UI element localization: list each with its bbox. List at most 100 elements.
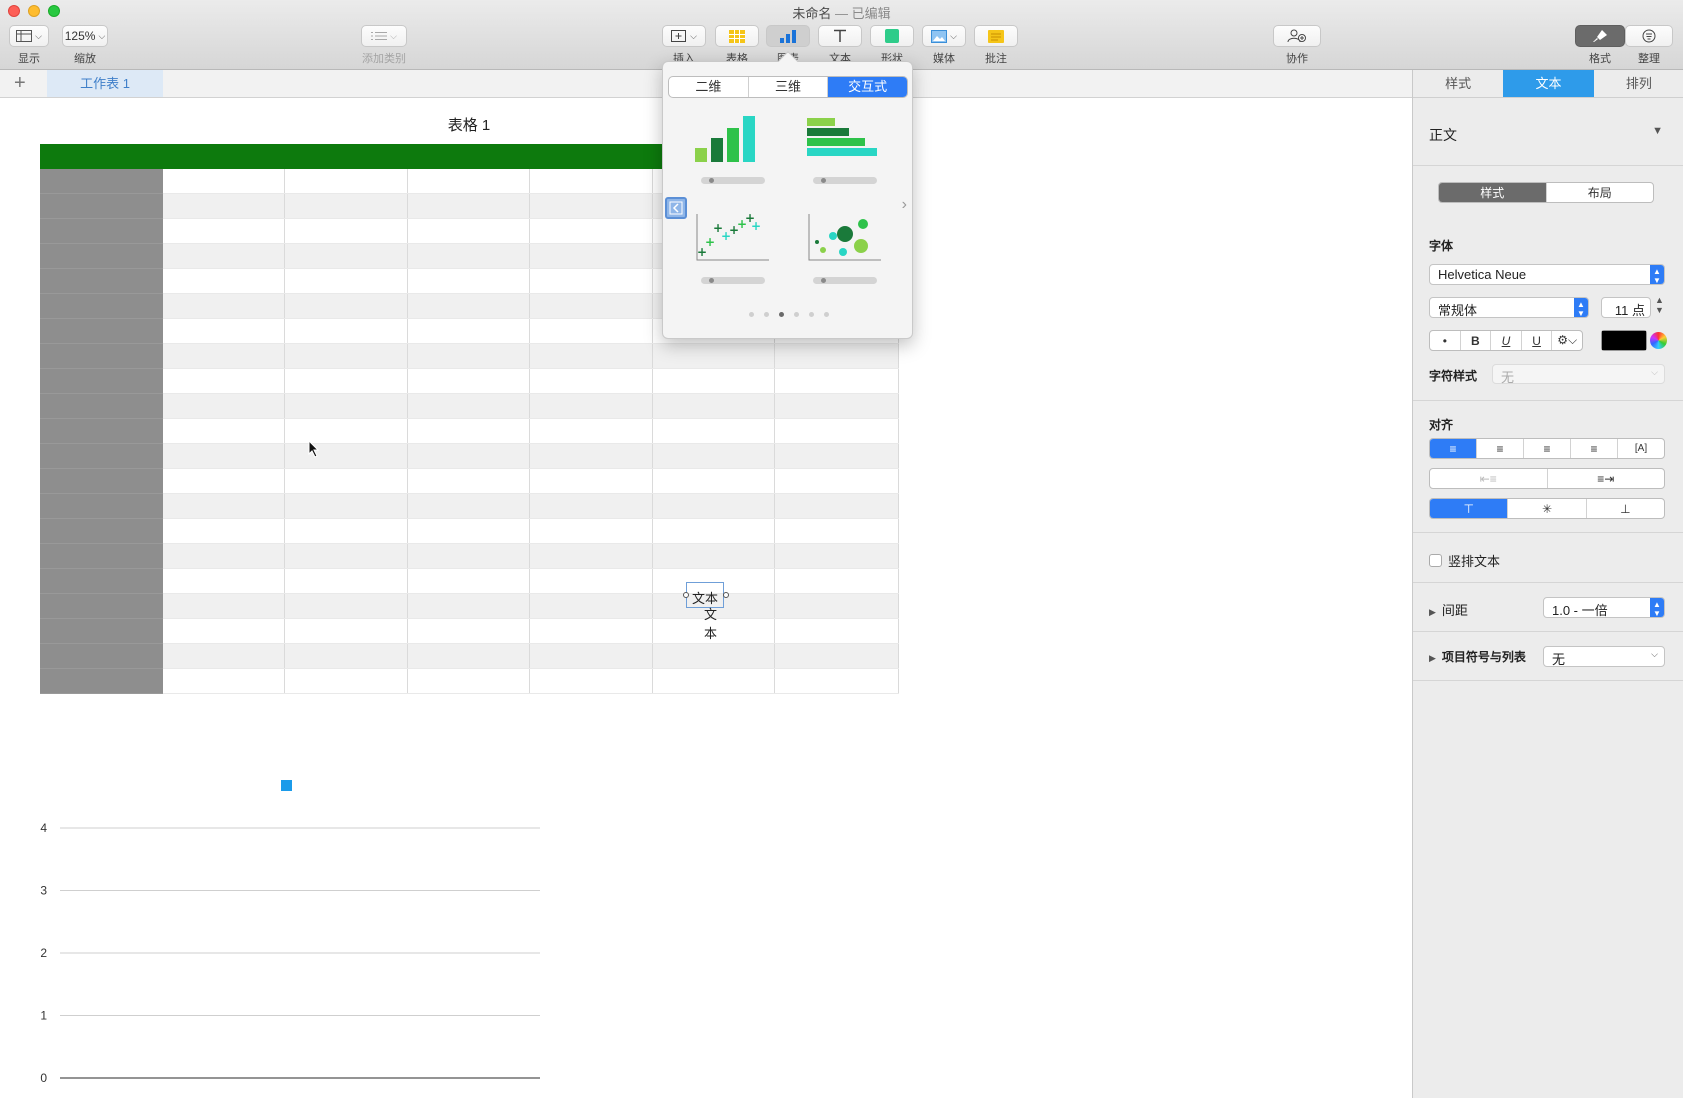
align-middle-icon[interactable]: ✳ bbox=[1508, 499, 1587, 518]
text-box[interactable]: 文本 文本 bbox=[683, 582, 729, 641]
table-cell[interactable] bbox=[774, 418, 899, 444]
table-row[interactable] bbox=[40, 568, 899, 594]
italic-button[interactable]: U bbox=[1491, 331, 1522, 350]
bold-button[interactable]: B bbox=[1461, 331, 1492, 350]
table-cell[interactable] bbox=[407, 443, 530, 469]
table-cell[interactable] bbox=[284, 468, 408, 494]
header-column-cell[interactable] bbox=[40, 443, 163, 469]
add-category-button[interactable]: ⌵ bbox=[361, 25, 407, 47]
header-column-cell[interactable] bbox=[40, 343, 163, 369]
font-size-stepper-icon[interactable]: ▲ ▼ bbox=[1655, 295, 1664, 315]
table-cell[interactable] bbox=[652, 518, 775, 544]
column-chart-thumbnail[interactable] bbox=[693, 112, 773, 184]
table-cell[interactable] bbox=[774, 493, 899, 519]
underline-button[interactable]: U bbox=[1522, 331, 1553, 350]
text-style-buttons[interactable]: • B U U ⚙⌵ bbox=[1429, 330, 1583, 351]
table-row[interactable] bbox=[40, 543, 899, 569]
header-column-cell[interactable] bbox=[40, 568, 163, 594]
table-cell[interactable] bbox=[652, 343, 775, 369]
header-column-cell[interactable] bbox=[40, 543, 163, 569]
inspector-tab[interactable]: 样式 bbox=[1413, 70, 1503, 97]
table-cell[interactable] bbox=[162, 343, 285, 369]
scatter-chart-thumbnail[interactable]: + + + + + + + + bbox=[693, 211, 773, 284]
table-cell[interactable] bbox=[162, 593, 285, 619]
next-page-chevron-right-icon[interactable]: › bbox=[902, 196, 907, 214]
header-column-cell[interactable] bbox=[40, 393, 163, 419]
table-row[interactable] bbox=[40, 668, 899, 694]
table-cell[interactable] bbox=[162, 418, 285, 444]
style-layout-segmented-control[interactable]: 样式 布局 bbox=[1438, 182, 1654, 203]
table-cell[interactable] bbox=[529, 618, 653, 644]
vertical-text-option[interactable]: 竖排文本 bbox=[1429, 551, 1500, 570]
table-cell[interactable] bbox=[284, 368, 408, 394]
table-cell[interactable] bbox=[529, 368, 653, 394]
zoom-button[interactable]: 125% ⌵ bbox=[62, 25, 108, 47]
text-button[interactable] bbox=[818, 25, 862, 47]
table-cell[interactable] bbox=[774, 543, 899, 569]
table-row[interactable] bbox=[40, 368, 899, 394]
header-column-cell[interactable] bbox=[40, 518, 163, 544]
header-column-cell[interactable] bbox=[40, 668, 163, 694]
page-dot[interactable] bbox=[778, 312, 784, 317]
table-cell[interactable] bbox=[162, 268, 285, 294]
table-cell[interactable] bbox=[407, 343, 530, 369]
header-column-cell[interactable] bbox=[40, 218, 163, 244]
table-cell[interactable] bbox=[774, 343, 899, 369]
header-column-cell[interactable] bbox=[40, 618, 163, 644]
table-cell[interactable] bbox=[284, 193, 408, 219]
table-cell[interactable] bbox=[162, 318, 285, 344]
table-cell[interactable] bbox=[162, 243, 285, 269]
table-row[interactable] bbox=[40, 443, 899, 469]
font-family-select[interactable]: Helvetica Neue ▲ ▼ bbox=[1429, 264, 1665, 285]
table-cell[interactable] bbox=[529, 343, 653, 369]
table-button[interactable] bbox=[715, 25, 759, 47]
table-row[interactable] bbox=[40, 518, 899, 544]
organize-button[interactable] bbox=[1625, 25, 1673, 47]
header-cell[interactable] bbox=[529, 144, 653, 169]
character-style-select[interactable]: 无 ⌵ bbox=[1492, 364, 1665, 385]
inspector-tabs[interactable]: 样式 文本 排列 bbox=[1413, 70, 1683, 98]
increase-indent-icon[interactable]: ≡⇥ bbox=[1548, 469, 1665, 488]
table-cell[interactable] bbox=[529, 443, 653, 469]
table-cell[interactable] bbox=[529, 218, 653, 244]
table-cell[interactable] bbox=[284, 218, 408, 244]
inspector-tab[interactable]: 文本 bbox=[1503, 70, 1594, 97]
table-cell[interactable] bbox=[407, 218, 530, 244]
header-column-cell[interactable] bbox=[40, 168, 163, 194]
table-cell[interactable] bbox=[652, 643, 775, 669]
vertical-alignment-control[interactable]: ⊤ ✳ ⊥ bbox=[1429, 498, 1665, 519]
header-column-cell[interactable] bbox=[40, 493, 163, 519]
table-row[interactable] bbox=[40, 618, 899, 644]
table-cell[interactable] bbox=[529, 568, 653, 594]
table-cell[interactable] bbox=[529, 168, 653, 194]
table-cell[interactable] bbox=[284, 168, 408, 194]
table-cell[interactable] bbox=[529, 643, 653, 669]
table-cell[interactable] bbox=[284, 493, 408, 519]
table-cell[interactable] bbox=[162, 368, 285, 394]
organize-tool[interactable]: 整理 bbox=[1625, 25, 1673, 66]
table-cell[interactable] bbox=[162, 643, 285, 669]
format-tool[interactable]: 格式 bbox=[1575, 25, 1625, 66]
previous-page-button[interactable] bbox=[665, 197, 687, 219]
header-column-cell[interactable] bbox=[40, 293, 163, 319]
table-cell[interactable] bbox=[284, 418, 408, 444]
table-cell[interactable] bbox=[774, 368, 899, 394]
comment-tool[interactable]: 批注 bbox=[974, 25, 1018, 66]
table-cell[interactable] bbox=[407, 593, 530, 619]
paragraph-style-name[interactable]: 正文 bbox=[1429, 125, 1457, 145]
header-column-cell[interactable] bbox=[40, 368, 163, 394]
font-style-select[interactable]: 常规体 ▲ ▼ bbox=[1429, 297, 1589, 318]
table-cell[interactable] bbox=[407, 293, 530, 319]
table-cell[interactable] bbox=[774, 393, 899, 419]
insert-tool[interactable]: ⌵ 插入 bbox=[662, 25, 706, 66]
shape-button[interactable] bbox=[870, 25, 914, 47]
table-cell[interactable] bbox=[407, 468, 530, 494]
table-cell[interactable] bbox=[529, 468, 653, 494]
table-cell[interactable] bbox=[407, 243, 530, 269]
table-cell[interactable] bbox=[529, 193, 653, 219]
page-dot[interactable] bbox=[823, 312, 829, 317]
align-justify-icon[interactable]: ≡ bbox=[1571, 439, 1618, 458]
add-category-tool[interactable]: ⌵ 添加类别 bbox=[361, 25, 407, 66]
table-cell[interactable] bbox=[162, 443, 285, 469]
media-tool[interactable]: ⌵ 媒体 bbox=[922, 25, 966, 66]
